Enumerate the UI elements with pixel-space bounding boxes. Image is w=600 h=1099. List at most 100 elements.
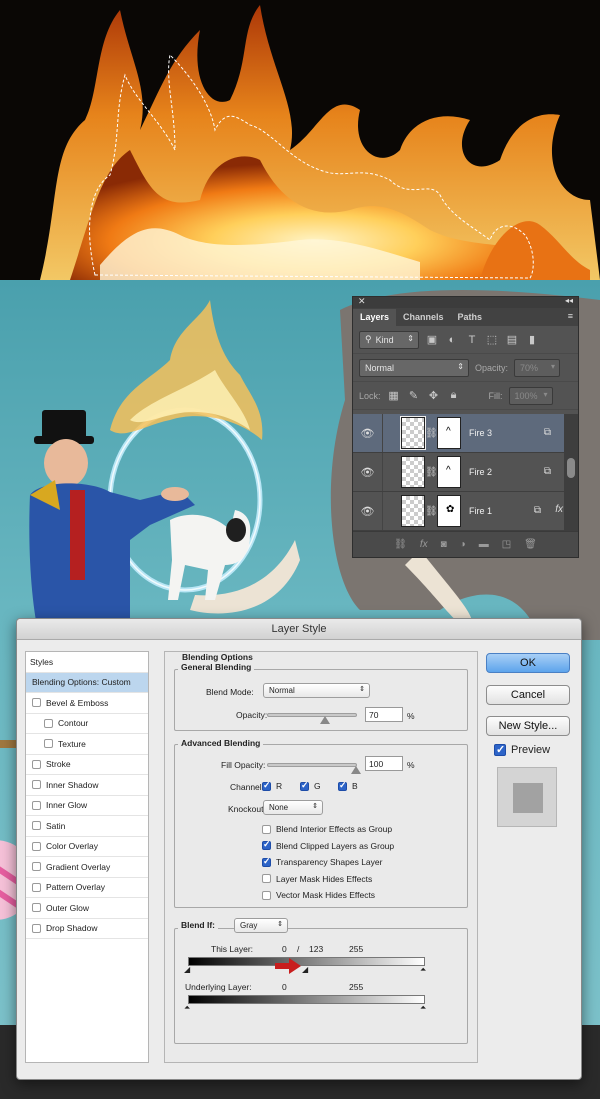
- layers-scrollbar[interactable]: [564, 414, 578, 531]
- layer-thumbnail[interactable]: [400, 416, 426, 450]
- style-item[interactable]: Drop Shadow: [26, 919, 148, 939]
- style-checkbox[interactable]: [32, 759, 41, 769]
- fill-opacity-slider-knob[interactable]: [351, 766, 361, 774]
- style-item[interactable]: Pattern Overlay: [26, 878, 148, 898]
- filter-adjustment-icon[interactable]: ◐: [445, 333, 459, 347]
- style-item[interactable]: Inner Glow: [26, 796, 148, 816]
- opacity-slider[interactable]: [267, 713, 357, 717]
- layer-row-fire-2[interactable]: 👁︎ ⛓︎ ^ Fire 2 ⧉: [353, 453, 565, 492]
- underlying-white-stop[interactable]: ⏶: [420, 1003, 426, 1013]
- opacity-input[interactable]: 70: [365, 707, 403, 722]
- style-checkbox[interactable]: [32, 903, 41, 913]
- eye-icon[interactable]: 👁︎: [353, 492, 383, 530]
- channel-g[interactable]: G: [300, 780, 321, 791]
- channel-r-checkbox[interactable]: [262, 780, 271, 791]
- ok-button[interactable]: OK: [486, 653, 570, 673]
- filter-kind-select[interactable]: ⚲ Kind ⇕: [359, 330, 419, 349]
- collapse-icon[interactable]: ◂◂: [565, 296, 573, 305]
- advanced-option[interactable]: Blend Clipped Layers as Group: [262, 839, 394, 851]
- styles-header[interactable]: Styles: [26, 652, 148, 673]
- layer-mask-thumbnail[interactable]: ^: [437, 417, 461, 449]
- eye-icon[interactable]: 👁︎: [353, 453, 383, 491]
- scrollbar-thumb[interactable]: [567, 458, 575, 478]
- folder-icon[interactable]: ▬: [479, 539, 489, 550]
- lock-transparent-icon[interactable]: ▦: [387, 389, 401, 403]
- style-item[interactable]: Color Overlay: [26, 837, 148, 857]
- blend-mode-select[interactable]: Normal ⇕: [263, 683, 370, 698]
- this-layer-white-stop[interactable]: ⏶: [420, 965, 426, 975]
- style-checkbox[interactable]: [32, 882, 41, 892]
- new-layer-icon[interactable]: ◳: [502, 539, 511, 550]
- preview-checkbox[interactable]: [494, 743, 506, 756]
- link-icon[interactable]: ⛓︎: [425, 467, 438, 478]
- channel-r[interactable]: R: [262, 780, 282, 791]
- advanced-option[interactable]: Vector Mask Hides Effects: [262, 890, 375, 900]
- filter-pixel-icon[interactable]: ▣: [425, 333, 439, 347]
- knockout-select[interactable]: None ⇕: [263, 800, 323, 815]
- advanced-option-checkbox[interactable]: [262, 856, 271, 867]
- adjustment-icon[interactable]: ◑: [460, 539, 466, 550]
- tab-channels[interactable]: Channels: [396, 309, 451, 326]
- style-checkbox[interactable]: [44, 718, 53, 728]
- style-item[interactable]: Satin: [26, 816, 148, 837]
- new-style-button[interactable]: New Style...: [486, 716, 570, 736]
- style-checkbox[interactable]: [32, 923, 41, 933]
- layer-thumbnail[interactable]: [401, 495, 425, 527]
- layer-name[interactable]: Fire 2: [469, 467, 492, 477]
- layer-name[interactable]: Fire 3: [469, 428, 492, 438]
- style-item[interactable]: Texture: [26, 734, 148, 755]
- close-icon[interactable]: ✕: [358, 296, 366, 307]
- lock-all-icon[interactable]: 🔒︎: [447, 389, 461, 403]
- underlying-black-stop[interactable]: ⏶: [184, 1003, 190, 1013]
- style-item[interactable]: Bevel & Emboss: [26, 693, 148, 714]
- advanced-option[interactable]: Transparency Shapes Layer: [262, 856, 382, 867]
- cancel-button[interactable]: Cancel: [486, 685, 570, 705]
- fx-icon[interactable]: fx: [555, 504, 563, 515]
- panel-menu-icon[interactable]: ≡: [568, 311, 573, 321]
- layer-thumbnail[interactable]: [401, 456, 425, 488]
- advanced-option[interactable]: Layer Mask Hides Effects: [262, 874, 372, 884]
- layer-mask-thumbnail[interactable]: ^: [437, 456, 461, 488]
- layer-row-fire-1[interactable]: 👁︎ ⛓︎ ✿ Fire 1 ⧉ fx: [353, 492, 565, 531]
- preview-toggle[interactable]: Preview: [494, 743, 550, 756]
- tab-layers[interactable]: Layers: [353, 309, 397, 326]
- advanced-option[interactable]: Blend Interior Effects as Group: [262, 824, 392, 834]
- fill-field[interactable]: 100% ▾: [508, 386, 553, 405]
- blend-if-select[interactable]: Gray ⇕: [234, 918, 288, 933]
- advanced-option-checkbox[interactable]: [262, 824, 271, 834]
- style-item[interactable]: Contour: [26, 714, 148, 734]
- style-checkbox[interactable]: [32, 821, 41, 831]
- style-item[interactable]: Gradient Overlay: [26, 857, 148, 878]
- style-item[interactable]: Stroke: [26, 755, 148, 775]
- add-style-icon[interactable]: fx: [420, 539, 428, 550]
- channel-g-checkbox[interactable]: [300, 780, 309, 791]
- link-icon[interactable]: ⛓︎: [425, 506, 438, 517]
- fill-opacity-input[interactable]: 100: [365, 756, 403, 771]
- filter-shape-icon[interactable]: ⬚: [485, 333, 499, 347]
- advanced-option-checkbox[interactable]: [262, 839, 271, 850]
- layer-row-fire-3[interactable]: 👁︎ ⛓︎ ^ Fire 3 ⧉: [353, 414, 565, 453]
- filter-type-icon[interactable]: T: [465, 333, 479, 347]
- layer-name[interactable]: Fire 1: [469, 506, 492, 516]
- fill-opacity-slider[interactable]: [267, 763, 357, 767]
- style-item-blending-options[interactable]: Blending Options: Custom: [26, 672, 148, 693]
- style-item[interactable]: Inner Shadow: [26, 775, 148, 796]
- underlying-gradient[interactable]: [188, 995, 425, 1004]
- blend-mode-select[interactable]: Normal ⇕: [359, 358, 469, 377]
- eye-icon[interactable]: 👁︎: [353, 414, 383, 452]
- opacity-field[interactable]: 70% ▾: [514, 358, 561, 377]
- layer-mask-thumbnail[interactable]: ✿: [437, 495, 461, 527]
- link-icon[interactable]: ⛓︎: [425, 428, 438, 439]
- style-checkbox[interactable]: [44, 739, 53, 749]
- advanced-option-checkbox[interactable]: [262, 874, 271, 883]
- lock-image-icon[interactable]: ✎: [407, 389, 421, 403]
- style-checkbox[interactable]: [32, 841, 41, 851]
- filter-smart-object-icon[interactable]: ▤: [505, 333, 519, 347]
- mask-icon[interactable]: ◙: [441, 539, 447, 550]
- this-layer-black-stop[interactable]: ◢: [184, 965, 190, 974]
- lock-position-icon[interactable]: ✥: [427, 389, 441, 403]
- link-layers-icon[interactable]: ⛓︎: [394, 539, 407, 550]
- style-item[interactable]: Outer Glow: [26, 898, 148, 919]
- opacity-slider-knob[interactable]: [320, 716, 330, 724]
- style-checkbox[interactable]: [32, 698, 41, 708]
